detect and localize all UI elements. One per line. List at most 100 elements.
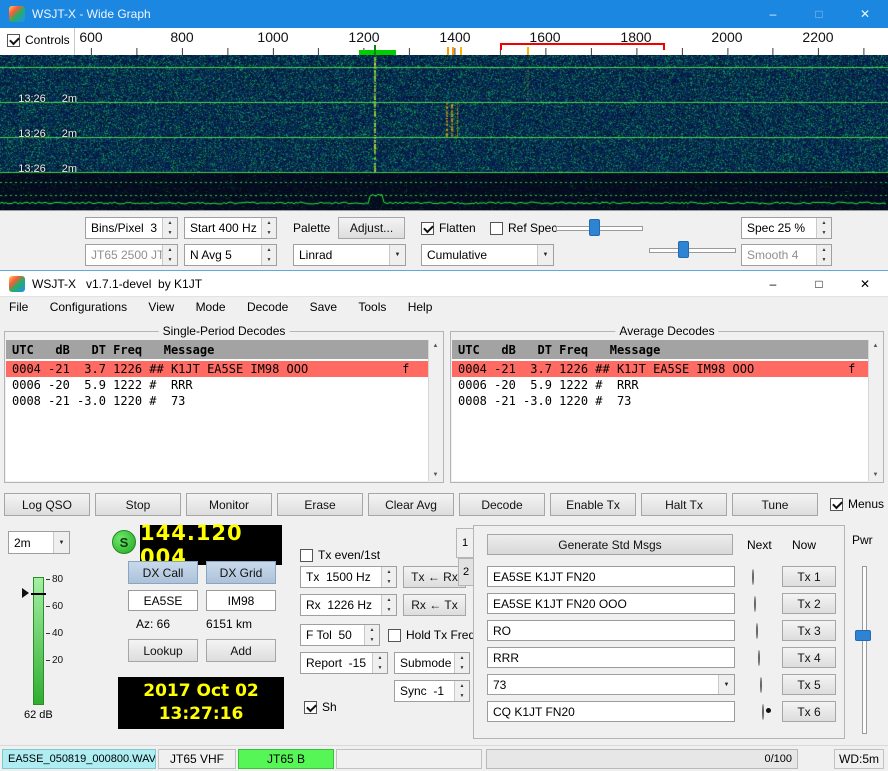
tab-2[interactable]: 2 [458, 558, 473, 586]
erase-button[interactable]: Erase [277, 493, 363, 516]
scroll-up-icon[interactable]: ▲ [429, 340, 442, 352]
slider-handle[interactable] [855, 630, 871, 641]
dx-call-button[interactable]: DX Call [128, 561, 198, 584]
menu-item-mode[interactable]: Mode [187, 297, 235, 317]
spin-up-icon[interactable]: ▲ [817, 218, 831, 228]
monitor-button[interactable]: Monitor [186, 493, 272, 516]
add-button[interactable]: Add [206, 639, 276, 662]
clear-avg-button[interactable]: Clear Avg [368, 493, 454, 516]
decode-row[interactable]: 0004 -21 3.7 1226 ## K1JT EA5SE IM98 OOO… [452, 361, 868, 377]
tx-4-button[interactable]: Tx 4 [782, 647, 836, 668]
spinner-arrows[interactable]: ▲▼ [261, 245, 276, 265]
decode-row[interactable]: 0004 -21 3.7 1226 ## K1JT EA5SE IM98 OOO… [6, 361, 428, 377]
spin-down-icon[interactable]: ▼ [455, 663, 469, 673]
spectrum-type-combo[interactable]: Cumulative ▼ [421, 244, 554, 266]
enable-tx-button[interactable]: Enable Tx [550, 493, 636, 516]
scrollbar[interactable]: ▲ ▼ [428, 340, 442, 481]
spin-up-icon[interactable]: ▲ [262, 218, 276, 228]
sync-spinner[interactable]: Sync -1 ▲▼ [394, 680, 470, 702]
minimize-icon[interactable]: – [750, 271, 796, 296]
adjust-button[interactable]: Adjust... [338, 217, 405, 239]
spin-down-icon[interactable]: ▼ [382, 605, 396, 615]
chevron-down-icon[interactable]: ▼ [53, 532, 69, 553]
flatten-checkbox[interactable]: Flatten [421, 221, 476, 235]
spin-up-icon[interactable]: ▲ [455, 681, 469, 691]
spin-up-icon[interactable]: ▲ [373, 653, 387, 663]
menu-item-save[interactable]: Save [301, 297, 346, 317]
palette-combo[interactable]: Linrad ▼ [293, 244, 406, 266]
smooth-spinner[interactable]: Smooth 4 ▲▼ [741, 244, 832, 266]
waterfall-gain-slider[interactable] [556, 217, 643, 239]
spin-down-icon[interactable]: ▼ [262, 228, 276, 238]
spin-up-icon[interactable]: ▲ [163, 245, 177, 255]
log-qso-button[interactable]: Log QSO [4, 493, 90, 516]
spin-down-icon[interactable]: ▼ [455, 691, 469, 701]
spin-down-icon[interactable]: ▼ [163, 228, 177, 238]
spinner-arrows[interactable]: ▲▼ [372, 653, 387, 673]
maximize-icon[interactable]: □ [796, 0, 842, 28]
spinner-arrows[interactable]: ▲▼ [162, 218, 177, 238]
sh-checkbox[interactable]: Sh [304, 700, 337, 714]
f-tol-spinner[interactable]: F Tol 50 ▲▼ [300, 624, 380, 646]
maximize-icon[interactable]: □ [796, 271, 842, 296]
menu-item-help[interactable]: Help [399, 297, 442, 317]
checkbox-box[interactable] [421, 222, 434, 235]
spinner-arrows[interactable]: ▲▼ [816, 218, 831, 238]
spec-percent-spinner[interactable]: Spec 25 % ▲▼ [741, 217, 832, 239]
spin-down-icon[interactable]: ▼ [365, 635, 379, 645]
checkbox-box[interactable] [304, 701, 317, 714]
spinner-arrows[interactable]: ▲▼ [381, 595, 396, 615]
spin-down-icon[interactable]: ▼ [817, 255, 831, 265]
spin-up-icon[interactable]: ▲ [163, 218, 177, 228]
checkbox-box[interactable] [7, 34, 20, 47]
checkbox-box[interactable] [830, 498, 843, 511]
tx-message-6-radio[interactable] [762, 704, 764, 720]
decode-button[interactable]: Decode [459, 493, 545, 516]
spinner-arrows[interactable]: ▲▼ [364, 625, 379, 645]
spin-up-icon[interactable]: ▲ [382, 595, 396, 605]
start-freq-spinner[interactable]: Start 400 Hz ▲▼ [184, 217, 277, 239]
decode-row[interactable]: 0006 -20 5.9 1222 # RRR [6, 377, 428, 393]
tx-2-button[interactable]: Tx 2 [782, 593, 836, 614]
spinner-arrows[interactable]: ▲▼ [454, 653, 469, 673]
dx-grid-field[interactable]: IM98 [206, 590, 276, 611]
band-combo[interactable]: 2m ▼ [8, 531, 70, 554]
close-icon[interactable]: ✕ [842, 0, 888, 28]
tx-message-3-field[interactable]: RO [487, 620, 735, 641]
bins-pixel-spinner[interactable]: Bins/Pixel 3 ▲▼ [85, 217, 178, 239]
scroll-up-icon[interactable]: ▲ [869, 340, 882, 352]
spinner-arrows[interactable]: ▲▼ [454, 681, 469, 701]
submode-spinner[interactable]: Submode B ▲▼ [394, 652, 470, 674]
minimize-icon[interactable]: – [750, 0, 796, 28]
report-spinner[interactable]: Report -15 ▲▼ [300, 652, 388, 674]
decode-row[interactable]: 0008 -21 -3.0 1220 # 73 [6, 393, 428, 409]
spin-down-icon[interactable]: ▼ [262, 255, 276, 265]
jt65-jt9-split-spinner[interactable]: JT65 2500 JT9 ▲▼ [85, 244, 178, 266]
spinner-arrows[interactable]: ▲▼ [261, 218, 276, 238]
slider-handle[interactable] [678, 241, 689, 258]
decode-list[interactable]: 0004 -21 3.7 1226 ## K1JT EA5SE IM98 OOO… [6, 359, 428, 481]
spin-up-icon[interactable]: ▲ [817, 245, 831, 255]
decode-list[interactable]: 0004 -21 3.7 1226 ## K1JT EA5SE IM98 OOO… [452, 359, 868, 481]
tx-even-checkbox[interactable]: Tx even/1st [300, 548, 380, 562]
decode-row[interactable]: 0006 -20 5.9 1222 # RRR [452, 377, 868, 393]
hold-tx-freq-checkbox[interactable]: Hold Tx Freq [388, 628, 475, 642]
scroll-down-icon[interactable]: ▼ [429, 469, 442, 481]
wide-graph-titlebar[interactable]: WSJT-X - Wide Graph – □ ✕ [0, 0, 888, 28]
tx-message-1-field[interactable]: EA5SE K1JT FN20 [487, 566, 735, 587]
scroll-down-icon[interactable]: ▼ [869, 469, 882, 481]
tx-5-button[interactable]: Tx 5 [782, 674, 836, 695]
menu-item-configurations[interactable]: Configurations [41, 297, 136, 317]
tab-1[interactable]: 1 [456, 528, 473, 558]
close-icon[interactable]: ✕ [842, 271, 888, 296]
spinner-arrows[interactable]: ▲▼ [162, 245, 177, 265]
tx-message-2-field[interactable]: EA5SE K1JT FN20 OOO [487, 593, 735, 614]
n-avg-spinner[interactable]: N Avg 5 ▲▼ [184, 244, 277, 266]
waterfall-zero-slider[interactable] [649, 239, 736, 261]
rx-freq-spinner[interactable]: Rx 1226 Hz ▲▼ [300, 594, 397, 616]
tx-message-5-combo[interactable]: 73 ▼ [487, 674, 735, 695]
spin-down-icon[interactable]: ▼ [817, 228, 831, 238]
checkbox-box[interactable] [490, 222, 503, 235]
tx-message-4-field[interactable]: RRR [487, 647, 735, 668]
tx-1-button[interactable]: Tx 1 [782, 566, 836, 587]
